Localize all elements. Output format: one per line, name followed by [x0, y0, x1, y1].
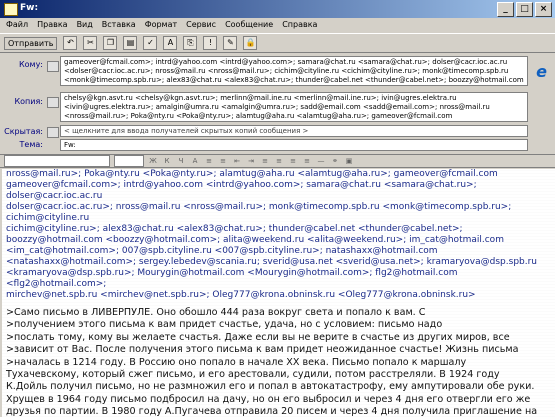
message-header: Кому: gameover@fcmail.com>; intrd@yahoo.… [0, 54, 555, 154]
cut-icon[interactable]: ✂ [83, 36, 98, 50]
attach-icon[interactable]: ⎘ [183, 36, 198, 50]
menu-tools[interactable]: Сервис [186, 18, 216, 32]
color-icon[interactable]: A [190, 157, 200, 166]
ie-logo-icon: e [536, 62, 547, 81]
address-line[interactable]: dolser@cacr.ioc.ac.ru>; nross@mail.ru <n… [2, 202, 555, 224]
italic-icon[interactable]: К [162, 157, 172, 166]
bcc-label: Скрытая: [4, 127, 43, 136]
numbering-icon[interactable]: ≡ [204, 157, 214, 166]
message-line: >послать тому, кому вы желаете счастья. … [6, 331, 510, 343]
message-line: >зависит от Вас. После получения этого п… [6, 344, 519, 356]
indent-increase-icon[interactable]: ⇥ [246, 157, 256, 166]
message-line: Тухачевскому, который сжег письмо, и его… [6, 369, 500, 381]
horizontal-line-icon[interactable]: — [316, 157, 326, 166]
bcc-field[interactable]: < щелкните для ввода получателей скрытых… [60, 125, 528, 137]
subject-label: Тема: [19, 140, 43, 149]
maximize-button[interactable]: □ [516, 2, 533, 17]
copy-icon[interactable]: ❐ [103, 36, 118, 50]
message-line: К.Дойль получил письмо, но не размножил … [6, 381, 535, 393]
align-left-icon[interactable]: ≡ [260, 157, 270, 166]
indent-decrease-icon[interactable]: ⇤ [232, 157, 242, 166]
address-line[interactable]: mirchev@net.spb.ru <mirchev@net.spb.ru>;… [2, 290, 555, 301]
address-book-icon[interactable] [47, 127, 59, 138]
menu-view[interactable]: Вид [77, 18, 93, 32]
hyperlink-icon[interactable]: ⚭ [330, 157, 340, 166]
address-book-icon[interactable] [47, 97, 59, 108]
paste-icon[interactable]: ▤ [123, 36, 138, 50]
window-title: Fw: [20, 3, 39, 13]
underline-icon[interactable]: Ч [176, 157, 186, 166]
align-center-icon[interactable]: ≡ [274, 157, 284, 166]
toolbar: Отправить ↶ ✂ ❐ ▤ ✓ A ⎘ ! ✎ 🔒 [0, 33, 555, 53]
message-body[interactable]: nross@mail.ru>; Poka@nty.ru <Poka@nty.ru… [2, 169, 555, 417]
menu-file[interactable]: Файл [6, 18, 28, 32]
to-label: Кому: [18, 60, 43, 69]
priority-icon[interactable]: ! [203, 36, 218, 50]
check-names-icon[interactable]: ✓ [143, 36, 158, 50]
message-line: Хрущев в 1964 году письмо подбросил на д… [6, 393, 531, 405]
send-button[interactable]: Отправить [4, 36, 58, 50]
bullets-icon[interactable]: ≡ [218, 157, 228, 166]
forwarded-address-list: nross@mail.ru>; Poka@nty.ru <Poka@nty.ru… [2, 169, 555, 301]
to-field[interactable]: gameover@fcmail.com>; intrd@yahoo.com <i… [60, 56, 528, 86]
address-line[interactable]: <im_cat@hotmail.com>; 007@spb.cityline.r… [2, 246, 555, 257]
menu-help[interactable]: Справка [282, 18, 317, 32]
address-book-icon[interactable] [47, 61, 59, 72]
address-line[interactable]: cichim@cityline.ru>; alex83@chat.ru <ale… [2, 224, 555, 235]
justify-icon[interactable]: ≡ [302, 157, 312, 166]
menu-message[interactable]: Сообщение [225, 18, 273, 32]
menu-edit[interactable]: Правка [37, 18, 67, 32]
message-text: >Само письмо в ЛИВЕРПУЛЕ. Оно обошло 444… [2, 307, 555, 417]
undo-icon[interactable]: ↶ [63, 36, 78, 50]
message-line: >получением этого письма к вам придет сч… [6, 319, 443, 331]
align-right-icon[interactable]: ≡ [288, 157, 298, 166]
cc-label: Копия: [14, 97, 43, 106]
encrypt-icon[interactable]: 🔒 [243, 36, 258, 50]
minimize-button[interactable]: _ [497, 2, 514, 17]
subject-field[interactable]: Fw: [60, 139, 528, 151]
menu-insert[interactable]: Вставка [102, 18, 136, 32]
address-line[interactable]: <kramaryova@dsp.spb.ru>; Mourygin@hotmai… [2, 268, 555, 290]
message-line: >началась в 1214 году. В Россию оно попа… [6, 356, 467, 368]
close-button[interactable]: × [535, 2, 552, 17]
font-select[interactable] [4, 155, 110, 167]
address-line[interactable]: boozzy@hotmail.com <boozzy@hotmail.com>;… [2, 235, 555, 246]
address-line[interactable]: <natashaxx@hotmail.com>; sergey.lebedev@… [2, 257, 555, 268]
address-line[interactable]: gameover@fcmail.com>; intrd@yahoo.com <i… [2, 180, 555, 202]
spelling-icon[interactable]: A [163, 36, 178, 50]
picture-icon[interactable]: ▣ [344, 157, 354, 166]
message-line: друзья по партии. В 1980 году А.Пугачева… [6, 406, 538, 417]
sign-icon[interactable]: ✎ [223, 36, 238, 50]
cc-field[interactable]: chelsy@kgn.asvt.ru <chelsy@kgn.asvt.ru>;… [60, 92, 528, 122]
title-bar: Fw: _ □ × [0, 0, 555, 18]
menu-format[interactable]: Формат [145, 18, 177, 32]
font-size-select[interactable] [114, 155, 144, 167]
mail-icon [4, 3, 18, 16]
format-bar: Ж К Ч A ≡ ≡ ⇤ ⇥ ≡ ≡ ≡ ≡ — ⚭ ▣ [0, 154, 555, 168]
message-line: >Само письмо в ЛИВЕРПУЛЕ. Оно обошло 444… [6, 307, 426, 318]
bold-icon[interactable]: Ж [148, 157, 158, 166]
address-line[interactable]: nross@mail.ru>; Poka@nty.ru <Poka@nty.ru… [2, 169, 555, 180]
menu-bar: Файл Правка Вид Вставка Формат Сервис Со… [0, 18, 555, 32]
